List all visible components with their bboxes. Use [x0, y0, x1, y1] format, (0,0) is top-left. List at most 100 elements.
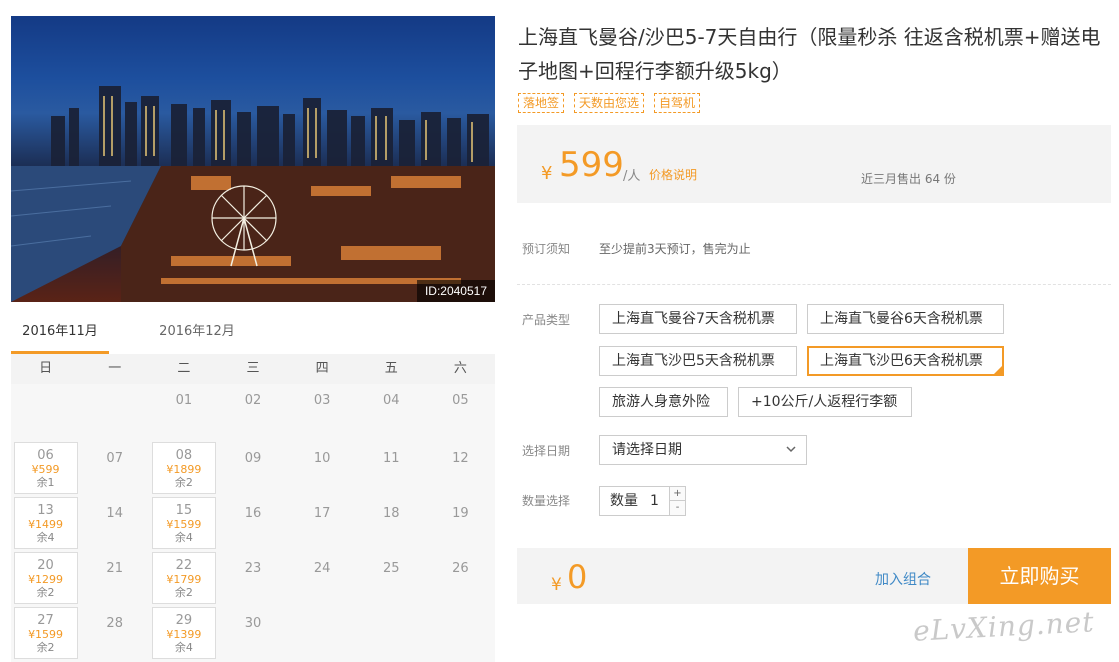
calendar-day-available[interactable]: 29 ¥1399 余4 — [151, 607, 216, 659]
calendar-day-number: 11 — [383, 451, 400, 466]
weekday-mon: 一 — [108, 361, 122, 376]
calendar-day-number: 09 — [244, 451, 262, 466]
calendar-day-available[interactable]: 27 ¥1599 余2 — [13, 607, 78, 659]
calendar-day-number: 21 — [106, 561, 123, 576]
chevron-down-icon — [786, 446, 796, 453]
calendar-day-remaining: 余4 — [174, 531, 193, 544]
date-select-placeholder: 请选择日期 — [612, 442, 682, 458]
calendar-day-number: 30 — [244, 616, 262, 631]
calendar-day-number: 04 — [383, 393, 400, 408]
quantity-decrease-button[interactable]: - — [669, 501, 685, 515]
calendar-day-remaining: 余4 — [36, 531, 55, 544]
weekday-sat: 六 — [453, 361, 467, 376]
quantity-value[interactable]: 1 — [650, 487, 659, 515]
calendar-day: 24 — [290, 552, 354, 604]
calendar-weekday-header: 日 一 二 三 四 五 六 — [11, 354, 495, 384]
product-title: 上海直飞曼谷/沙巴5-7天自由行（限量秒杀 往返含税机票+赠送电子地图+回程行李… — [518, 25, 1101, 83]
option-travel-insurance[interactable]: 旅游人身意外险 — [599, 387, 728, 417]
calendar-day: 07 — [83, 442, 147, 494]
calendar-day-remaining: 余2 — [36, 641, 55, 654]
calendar-day-number: 18 — [383, 506, 400, 521]
price-currency: ¥ — [541, 163, 553, 184]
calendar-day: 04 — [359, 384, 423, 436]
calendar-day: 01 — [152, 384, 216, 436]
notice-label: 预订须知 — [522, 242, 571, 256]
calendar-month-tabs: 2016年11月 2016年12月 — [11, 316, 495, 354]
tag-flexible-days: 天数由您选 — [574, 93, 645, 113]
date-select[interactable]: 请选择日期 — [599, 435, 807, 465]
calendar-day-number: 01 — [175, 393, 193, 408]
option-sabah-5d[interactable]: 上海直飞沙巴5天含税机票 — [599, 346, 797, 376]
weekday-tue: 二 — [177, 361, 191, 376]
calendar-day-available[interactable]: 06 ¥599 余1 — [13, 442, 78, 494]
calendar-day-available[interactable]: 15 ¥1599 余4 — [151, 497, 216, 549]
calendar-day-available[interactable]: 20 ¥1299 余2 — [13, 552, 78, 604]
calendar-day-available[interactable]: 08 ¥1899 余2 — [151, 442, 216, 494]
calendar-day: 10 — [290, 442, 354, 494]
tag-self-drive-flight: 自驾机 — [654, 93, 701, 113]
calendar-day-available[interactable]: 13 ¥1499 余4 — [13, 497, 78, 549]
total-currency: ¥ — [551, 575, 562, 595]
calendar-day: 12 — [428, 442, 492, 494]
calendar-day-number: 23 — [244, 561, 262, 576]
quantity-label: 数量选择 — [522, 494, 571, 508]
calendar-day-remaining: 余2 — [174, 586, 193, 599]
calendar-day-remaining: 余1 — [36, 476, 55, 489]
price-unit: /人 — [623, 169, 641, 184]
calendar-day-number: 19 — [452, 506, 469, 521]
photo-id-label: ID:2040517 — [416, 280, 495, 302]
calendar-day-price: ¥599 — [31, 463, 60, 476]
checkout-bar: ¥ 0 加入组合 — [517, 548, 968, 604]
calendar-day-price: ¥1599 — [28, 628, 64, 641]
quantity-increase-button[interactable]: + — [669, 487, 685, 501]
calendar-day-available[interactable]: 22 ¥1799 余2 — [151, 552, 216, 604]
calendar-day-number: 10 — [313, 451, 331, 466]
calendar-day-price: ¥1499 — [28, 518, 64, 531]
tag-visa-on-arrival: 落地签 — [518, 93, 565, 113]
calendar-day: 28 — [83, 607, 147, 659]
option-extra-luggage[interactable]: +10公斤/人返程行李额 — [738, 387, 912, 417]
calendar-day: 17 — [290, 497, 354, 549]
quantity-stepper[interactable]: 数量 1 + - — [599, 486, 686, 516]
calendar-day-number: 03 — [313, 393, 331, 408]
calendar-day: 18 — [359, 497, 423, 549]
option-sabah-6d-selected[interactable]: 上海直飞沙巴6天含税机票 ✓ — [807, 346, 1004, 376]
tab-month-nov[interactable]: 2016年11月 — [11, 316, 109, 354]
calendar-day-number: 06 — [37, 448, 54, 463]
calendar-grid: 01 02 03 04 05 06 ¥599 余1 07 08 ¥1899 余2 09 10 11 12 13 ¥… — [11, 384, 495, 662]
calendar-day-number: 05 — [452, 393, 469, 408]
calendar-day-remaining: 余2 — [36, 586, 55, 599]
calendar-day-number: 15 — [175, 503, 193, 518]
product-type-label: 产品类型 — [522, 313, 571, 327]
calendar-day-number: 25 — [383, 561, 400, 576]
option-bangkok-7d[interactable]: 上海直飞曼谷7天含税机票 — [599, 304, 797, 334]
calendar-day-remaining: 余2 — [174, 476, 193, 489]
add-to-combo-link[interactable]: 加入组合 — [875, 569, 931, 589]
calendar-day: 26 — [428, 552, 492, 604]
date-label: 选择日期 — [522, 444, 571, 458]
buy-now-button[interactable]: 立即购买 — [968, 548, 1111, 604]
calendar-day-price: ¥1799 — [166, 573, 202, 586]
weekday-thu: 四 — [315, 361, 329, 376]
divider — [517, 284, 1111, 285]
option-sabah-6d-label: 上海直飞沙巴6天含税机票 — [820, 353, 983, 369]
price-explanation-link[interactable]: 价格说明 — [649, 166, 697, 183]
calendar-day-price: ¥1599 — [166, 518, 202, 531]
calendar-day-number: 26 — [452, 561, 469, 576]
watermark: eLvXing.net — [912, 605, 1096, 648]
calendar-day-price: ¥1399 — [166, 628, 202, 641]
calendar-day: 11 — [359, 442, 423, 494]
option-bangkok-6d[interactable]: 上海直飞曼谷6天含税机票 — [807, 304, 1004, 334]
product-photo[interactable]: ID:2040517 — [11, 16, 495, 302]
calendar-day-number: 27 — [37, 613, 54, 628]
calendar-day-number: 22 — [175, 558, 193, 573]
tab-month-dec[interactable]: 2016年12月 — [147, 316, 247, 354]
calendar-day-price: ¥1899 — [166, 463, 202, 476]
notice-text: 至少提前3天预订，售完为止 — [599, 242, 751, 256]
calendar-day: 25 — [359, 552, 423, 604]
calendar-day-price: ¥1299 — [28, 573, 64, 586]
calendar-day: 09 — [221, 442, 285, 494]
calendar-day-number: 24 — [313, 561, 331, 576]
sales-count: 近三月售出 64 份 — [861, 172, 956, 186]
calendar-day-remaining: 余4 — [174, 641, 193, 654]
